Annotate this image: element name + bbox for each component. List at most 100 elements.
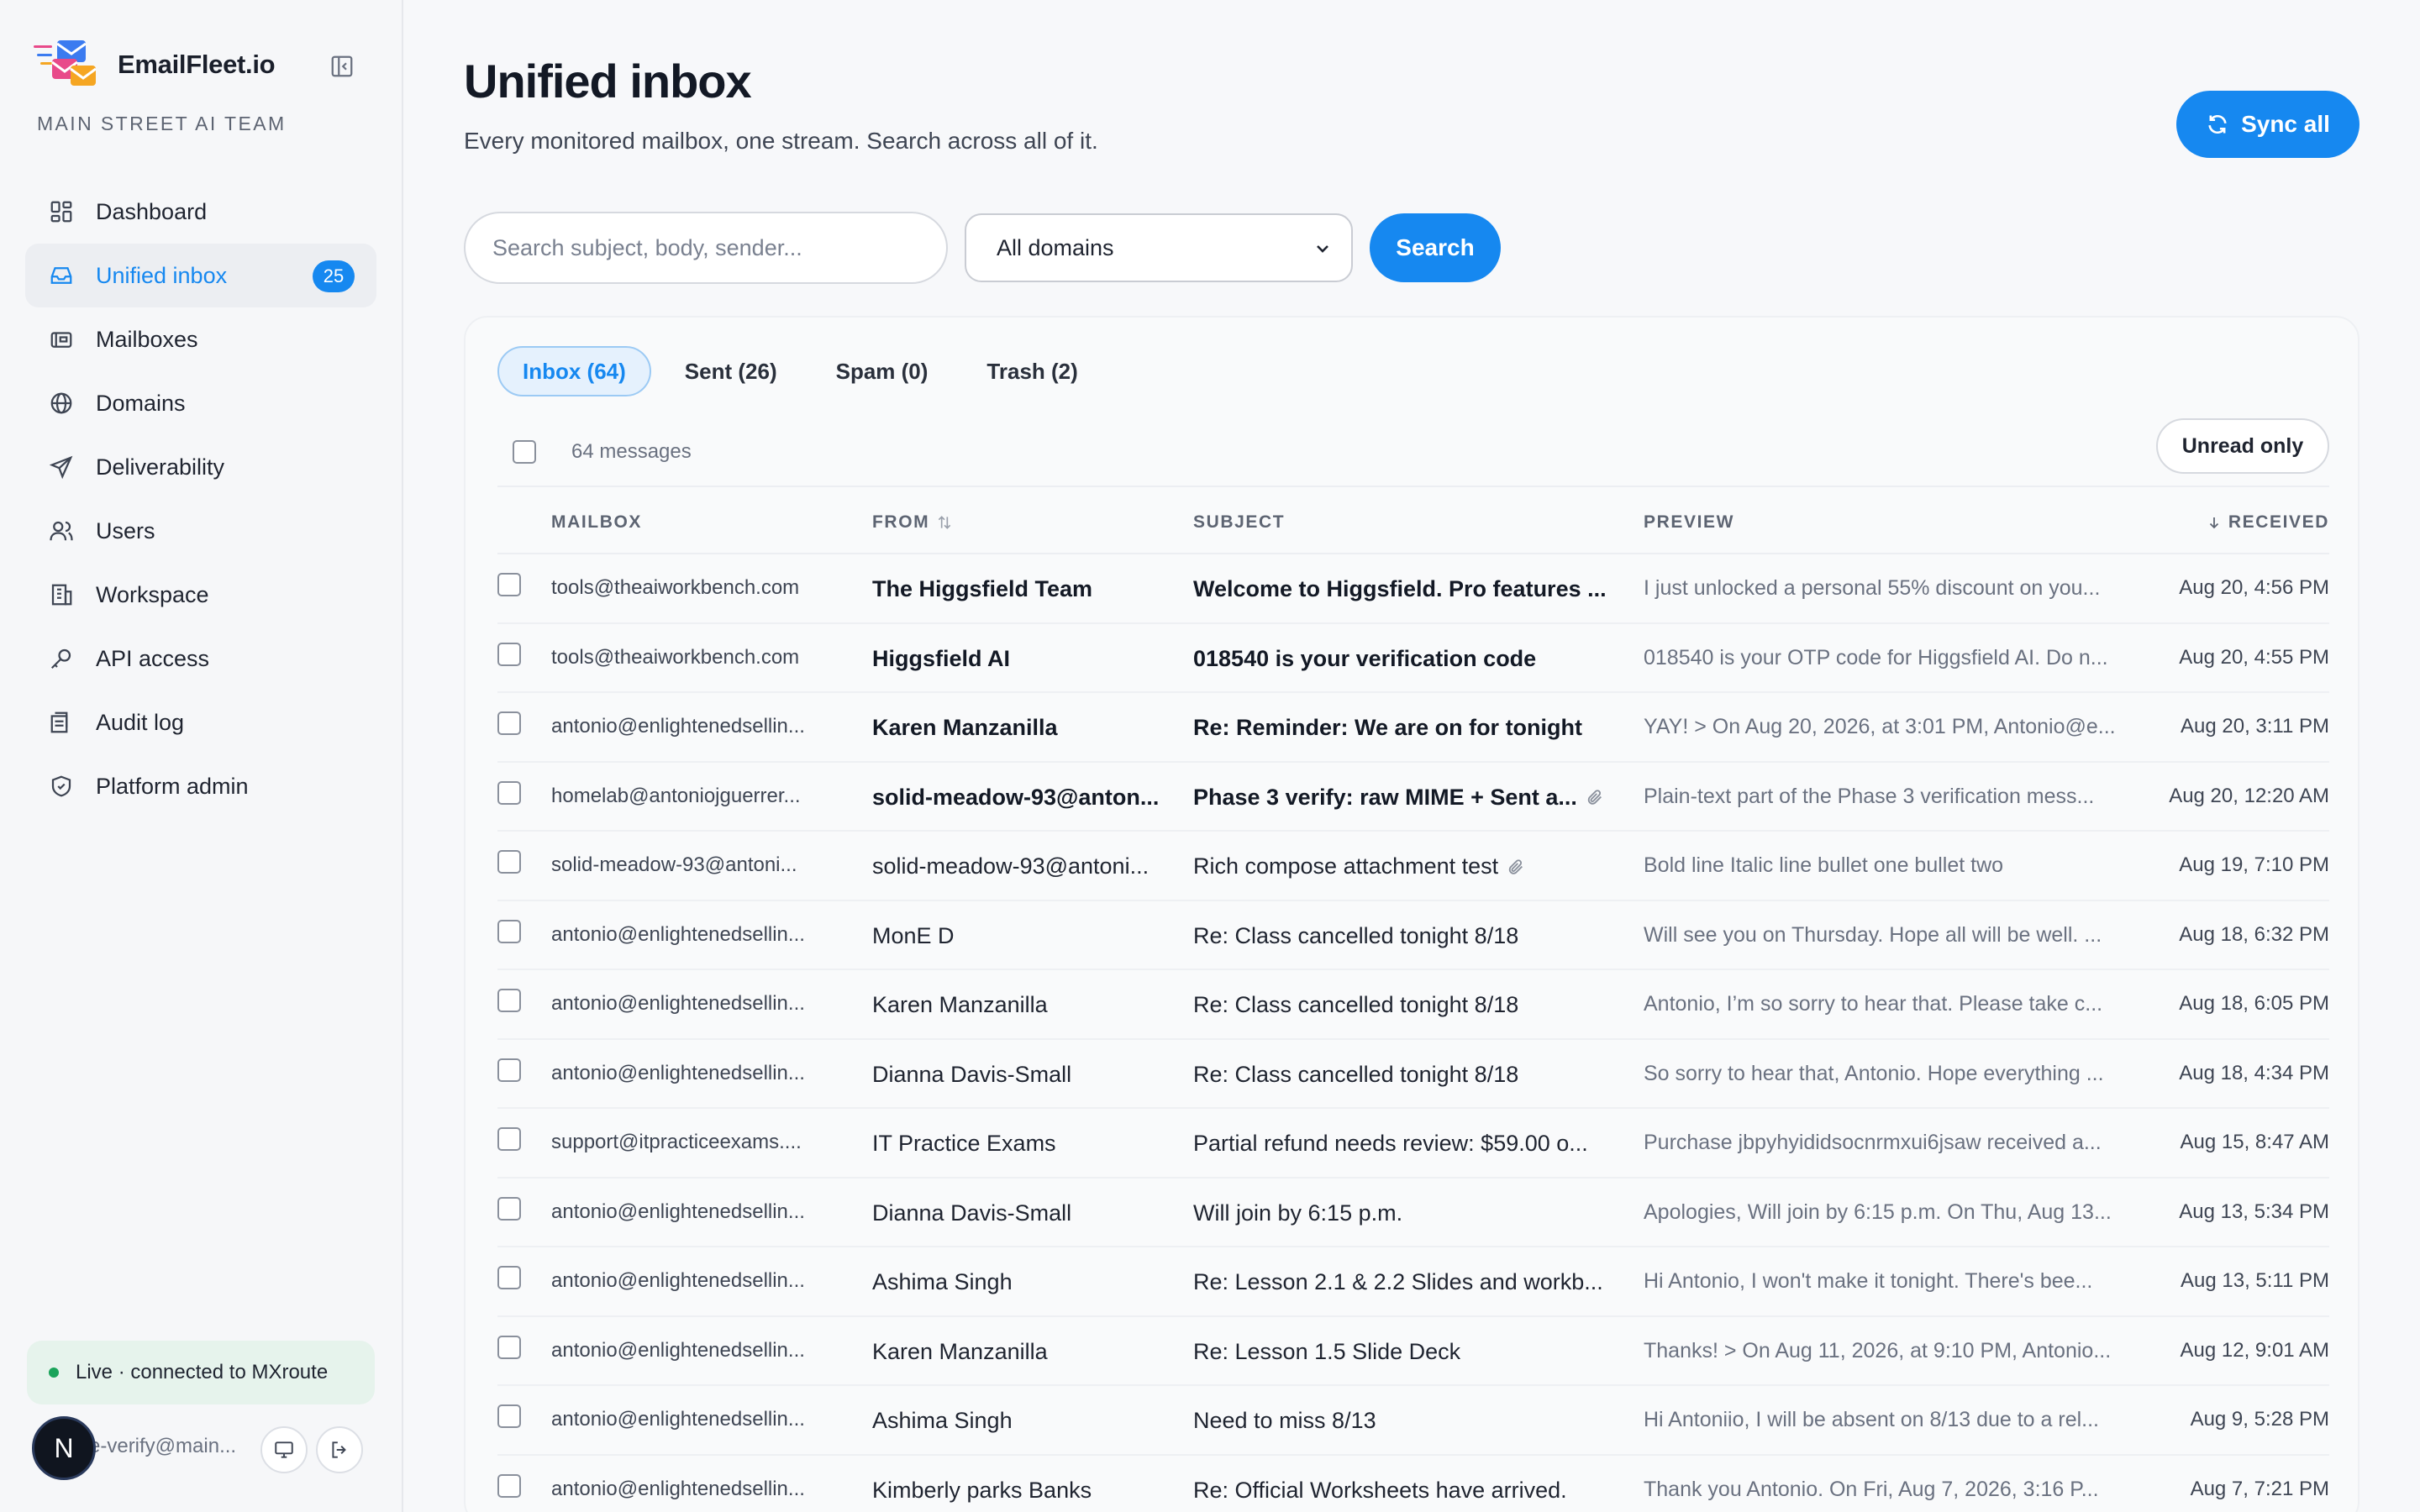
sidebar-item-label: Mailboxes bbox=[96, 326, 198, 352]
table-row[interactable]: antonio@enlightenedsellin... MonE D Re: Cl… bbox=[497, 901, 2329, 970]
search-input[interactable] bbox=[464, 212, 948, 284]
table-row[interactable]: homelab@antoniojguerrer... solid-meadow-9… bbox=[497, 763, 2329, 832]
row-subject: Re: Class cancelled tonight 8/18 bbox=[1193, 923, 1630, 949]
sidebar-item-mailboxes[interactable]: Mailboxes bbox=[25, 307, 376, 371]
avatar[interactable]: N bbox=[32, 1416, 96, 1480]
row-subject: Re: Lesson 2.1 & 2.2 Slides and workb... bbox=[1193, 1269, 1630, 1295]
logout-icon bbox=[332, 1441, 346, 1458]
unread-count-badge: 25 bbox=[313, 260, 355, 292]
sort-icon bbox=[938, 516, 951, 529]
row-subject-text: Re: Class cancelled tonight 8/18 bbox=[1193, 1061, 1519, 1087]
table-row[interactable]: antonio@enlightenedsellin... Ashima Singh… bbox=[497, 1247, 2329, 1317]
logout-button[interactable] bbox=[316, 1426, 363, 1473]
row-subject: Need to miss 8/13 bbox=[1193, 1408, 1630, 1434]
row-subject-text: Re: Reminder: We are on for tonight bbox=[1193, 715, 1583, 740]
user-footer: e-verify@main... N bbox=[30, 1415, 383, 1482]
row-mailbox: antonio@enlightenedsellin... bbox=[551, 992, 805, 1015]
team-name: MAIN STREET AI TEAM bbox=[37, 113, 287, 134]
row-mailbox: antonio@enlightenedsellin... bbox=[551, 922, 805, 946]
collapse-sidebar-button[interactable] bbox=[328, 52, 356, 81]
row-preview: Hi Antoniio, I will be absent on 8/13 du… bbox=[1644, 1408, 2100, 1431]
attachment-icon bbox=[1587, 790, 1602, 805]
tab-sent[interactable]: Sent (26) bbox=[660, 346, 802, 396]
table-row[interactable]: tools@theaiworkbench.com The Higgsfield T… bbox=[497, 554, 2329, 624]
table-row[interactable]: antonio@enlightenedsellin... Karen Manzan… bbox=[497, 970, 2329, 1040]
tab-inbox[interactable]: Inbox (64) bbox=[497, 346, 651, 396]
row-from: Kimberly parks Banks bbox=[872, 1477, 1092, 1503]
row-checkbox[interactable] bbox=[497, 989, 521, 1012]
row-from: Ashima Singh bbox=[872, 1408, 1013, 1433]
row-checkbox[interactable] bbox=[497, 1196, 521, 1221]
row-checkbox[interactable] bbox=[497, 573, 521, 596]
row-preview: Thanks! > On Aug 11, 2026, at 9:10 PM, A… bbox=[1644, 1338, 2112, 1362]
sidebar-item-label: API access bbox=[96, 645, 210, 671]
row-from: Karen Manzanilla bbox=[872, 992, 1048, 1017]
unread-only-toggle[interactable]: Unread only bbox=[2156, 418, 2329, 474]
table-row[interactable]: antonio@enlightenedsellin... Karen Manzan… bbox=[497, 1317, 2329, 1386]
row-received: Aug 15, 8:47 AM bbox=[2180, 1131, 2329, 1153]
row-subject-text: Welcome to Higgsfield. Pro features ... bbox=[1193, 576, 1607, 601]
row-checkbox[interactable] bbox=[497, 1058, 521, 1082]
row-preview: Bold line Italic line bullet one bullet … bbox=[1644, 853, 2004, 877]
sidebar-item-api-access[interactable]: API access bbox=[25, 627, 376, 690]
sidebar-item-platform-admin[interactable]: Platform admin bbox=[25, 754, 376, 818]
sidebar-item-deliverability[interactable]: Deliverability bbox=[25, 435, 376, 499]
row-from: solid-meadow-93@anton... bbox=[872, 784, 1160, 810]
row-subject-text: Rich compose attachment test bbox=[1193, 853, 1499, 879]
table-row[interactable]: antonio@enlightenedsellin... Ashima Singh… bbox=[497, 1386, 2329, 1456]
row-subject-text: Phase 3 verify: raw MIME + Sent a... bbox=[1193, 784, 1577, 810]
row-received: Aug 18, 6:32 PM bbox=[2179, 922, 2329, 946]
row-subject-text: Re: Lesson 1.5 Slide Deck bbox=[1193, 1338, 1461, 1364]
sidebar-item-users[interactable]: Users bbox=[25, 499, 376, 563]
column-from[interactable]: FROM bbox=[872, 512, 953, 533]
row-checkbox[interactable] bbox=[497, 1335, 521, 1359]
column-received[interactable]: RECEIVED bbox=[2207, 512, 2329, 533]
display-settings-button[interactable] bbox=[260, 1426, 308, 1473]
sidebar-item-label: Domains bbox=[96, 390, 186, 416]
sidebar-item-dashboard[interactable]: Dashboard bbox=[25, 180, 376, 244]
page-title: Unified inbox bbox=[464, 55, 752, 108]
row-preview: Thank you Antonio. On Fri, Aug 7, 2026, … bbox=[1644, 1477, 2099, 1501]
table-row[interactable]: antonio@enlightenedsellin... Dianna Davis… bbox=[497, 1040, 2329, 1109]
brand[interactable]: EmailFleet.io bbox=[34, 37, 276, 92]
row-checkbox[interactable] bbox=[497, 780, 521, 805]
table-row[interactable]: tools@theaiworkbench.com Higgsfield AI 018… bbox=[497, 624, 2329, 693]
row-checkbox[interactable] bbox=[497, 919, 521, 943]
row-from: Ashima Singh bbox=[872, 1269, 1013, 1294]
row-preview: Purchase jbpyhyididsocnrmxui6jsaw receiv… bbox=[1644, 1131, 2102, 1154]
key-icon bbox=[47, 644, 76, 673]
search-button[interactable]: Search bbox=[1370, 213, 1501, 282]
sync-all-button[interactable]: Sync all bbox=[2176, 91, 2360, 158]
users-icon bbox=[47, 517, 76, 545]
row-preview: Will see you on Thursday. Hope all will … bbox=[1644, 922, 2102, 947]
table-row[interactable]: antonio@enlightenedsellin... Dianna Davis… bbox=[497, 1179, 2329, 1247]
row-from: The Higgsfield Team bbox=[872, 576, 1093, 601]
row-preview: I just unlocked a personal 55% discount … bbox=[1644, 576, 2101, 600]
sidebar-item-domains[interactable]: Domains bbox=[25, 371, 376, 435]
column-preview: PREVIEW bbox=[1644, 512, 1735, 532]
sidebar-item-label: Audit log bbox=[96, 709, 185, 735]
row-mailbox: antonio@enlightenedsellin... bbox=[551, 1408, 805, 1431]
table-row[interactable]: antonio@enlightenedsellin... Kimberly par… bbox=[497, 1456, 2329, 1512]
row-received: Aug 13, 5:34 PM bbox=[2179, 1200, 2329, 1223]
row-checkbox[interactable] bbox=[497, 1473, 521, 1498]
table-row[interactable]: support@itpracticeexams.... IT Practice E… bbox=[497, 1109, 2329, 1179]
row-checkbox[interactable] bbox=[497, 642, 521, 666]
select-all-checkbox[interactable] bbox=[513, 440, 536, 464]
sidebar-item-label: Deliverability bbox=[96, 454, 225, 480]
row-mailbox: tools@theaiworkbench.com bbox=[551, 645, 800, 669]
row-checkbox[interactable] bbox=[497, 1266, 521, 1289]
sidebar-item-unified-inbox[interactable]: Unified inbox 25 bbox=[25, 244, 376, 307]
row-checkbox[interactable] bbox=[497, 1127, 521, 1151]
sidebar-item-workspace[interactable]: Workspace bbox=[25, 563, 376, 627]
sidebar-item-audit-log[interactable]: Audit log bbox=[25, 690, 376, 754]
row-checkbox[interactable] bbox=[497, 850, 521, 874]
tab-trash[interactable]: Trash (2) bbox=[961, 346, 1102, 396]
row-checkbox[interactable] bbox=[497, 1404, 521, 1428]
domain-filter-select[interactable]: All domains bbox=[965, 213, 1353, 282]
status-dot-icon bbox=[49, 1368, 59, 1378]
row-checkbox[interactable] bbox=[497, 711, 521, 735]
table-row[interactable]: antonio@enlightenedsellin... Karen Manzan… bbox=[497, 693, 2329, 763]
table-row[interactable]: solid-meadow-93@antoni... solid-meadow-93… bbox=[497, 832, 2329, 901]
tab-spam[interactable]: Spam (0) bbox=[811, 346, 954, 396]
